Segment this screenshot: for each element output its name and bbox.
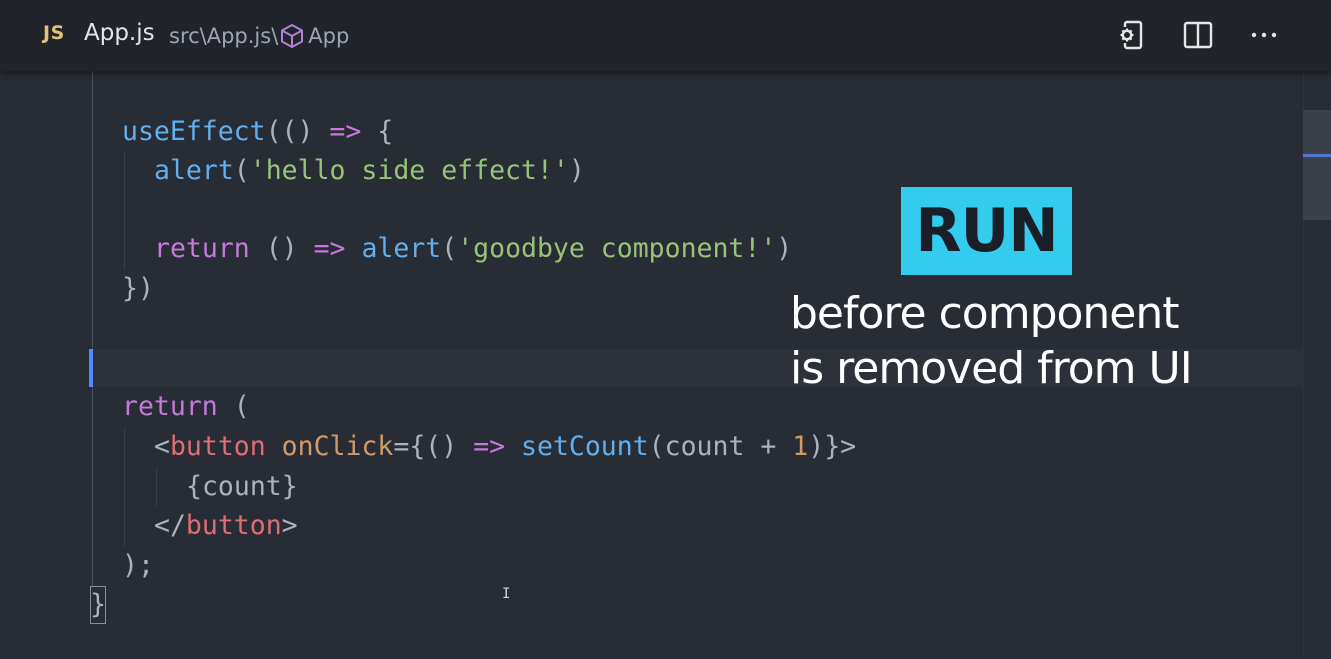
code-token: < xyxy=(154,431,170,462)
code-token: alert xyxy=(361,233,442,264)
code-token: 'goodbye component!' xyxy=(457,233,777,264)
code-token: ) xyxy=(568,155,585,186)
editor-tab-bar: JS App.js src\App.js\ App xyxy=(0,0,1331,71)
scrollbar-thumb[interactable] xyxy=(1303,110,1331,220)
code-token: return xyxy=(154,233,250,264)
code-line[interactable]: }) xyxy=(122,270,154,308)
breadcrumb-symbol[interactable]: App xyxy=(308,24,349,48)
code-line[interactable]: alert('hello side effect!') xyxy=(154,152,585,190)
code-token: { xyxy=(361,116,394,147)
code-token: setCount xyxy=(521,431,649,462)
mouse-ibeam-cursor: I xyxy=(502,586,511,602)
overlay-caption-line-2: is removed from UI xyxy=(790,343,1193,394)
code-token: 1 xyxy=(792,431,809,462)
code-line[interactable]: {count} xyxy=(186,468,298,506)
code-token: </ xyxy=(154,510,186,541)
run-badge-label: RUN xyxy=(915,196,1058,266)
code-token: (() xyxy=(265,116,330,147)
code-line[interactable]: useEffect(() => { xyxy=(122,113,393,151)
code-token: useEffect xyxy=(122,116,266,147)
tab-file-name[interactable]: App.js xyxy=(84,20,155,46)
code-token: } xyxy=(90,589,106,620)
code-token: {count} xyxy=(186,471,298,502)
code-token: => xyxy=(473,431,506,462)
code-token: button xyxy=(185,510,282,541)
code-token: ={() xyxy=(393,431,474,462)
text-cursor xyxy=(89,349,93,387)
indent-guide xyxy=(92,387,93,587)
code-token: (count + xyxy=(648,431,793,462)
code-token: }) xyxy=(122,273,154,304)
code-token: () xyxy=(249,233,314,264)
code-token: ( xyxy=(217,391,250,422)
settings-device-icon[interactable] xyxy=(1099,14,1165,56)
code-token: return xyxy=(122,391,218,422)
code-line[interactable]: return () => alert('goodbye component!') xyxy=(154,230,792,268)
breadcrumb-path[interactable]: src\App.js\ xyxy=(169,24,278,48)
code-line[interactable]: } xyxy=(90,586,106,624)
code-token: > xyxy=(281,510,298,541)
javascript-file-icon: JS xyxy=(43,22,65,44)
code-token: 'hello side effect!' xyxy=(249,155,569,186)
code-token: onClick xyxy=(281,431,394,462)
code-line[interactable]: <button onClick={() => setCount(count + … xyxy=(154,428,856,466)
code-token: ); xyxy=(122,550,154,581)
code-token: => xyxy=(313,233,346,264)
indent-guide xyxy=(156,468,157,506)
code-line[interactable]: </button> xyxy=(154,507,298,545)
code-token: alert xyxy=(154,155,234,186)
code-token: ( xyxy=(441,233,458,264)
code-token: button xyxy=(169,431,266,462)
code-line[interactable]: return ( xyxy=(122,388,250,426)
indent-guide xyxy=(124,152,125,270)
code-token: => xyxy=(329,116,362,147)
indent-guide xyxy=(124,428,125,546)
more-actions-icon[interactable] xyxy=(1231,14,1297,56)
indent-guide xyxy=(92,71,93,349)
code-token: ( xyxy=(233,155,250,186)
split-editor-icon[interactable] xyxy=(1165,14,1231,56)
cube-icon xyxy=(278,22,306,50)
code-token: )}> xyxy=(808,431,857,462)
tab-actions xyxy=(1099,14,1297,56)
breadcrumb: src\App.js\ App xyxy=(169,22,349,50)
overlay-caption-line-1: before component xyxy=(790,288,1180,339)
code-line[interactable]: ); xyxy=(122,547,154,585)
code-token: ) xyxy=(776,233,793,264)
run-badge: RUN xyxy=(901,187,1072,275)
scrollbar-cursor-marker xyxy=(1303,154,1331,157)
